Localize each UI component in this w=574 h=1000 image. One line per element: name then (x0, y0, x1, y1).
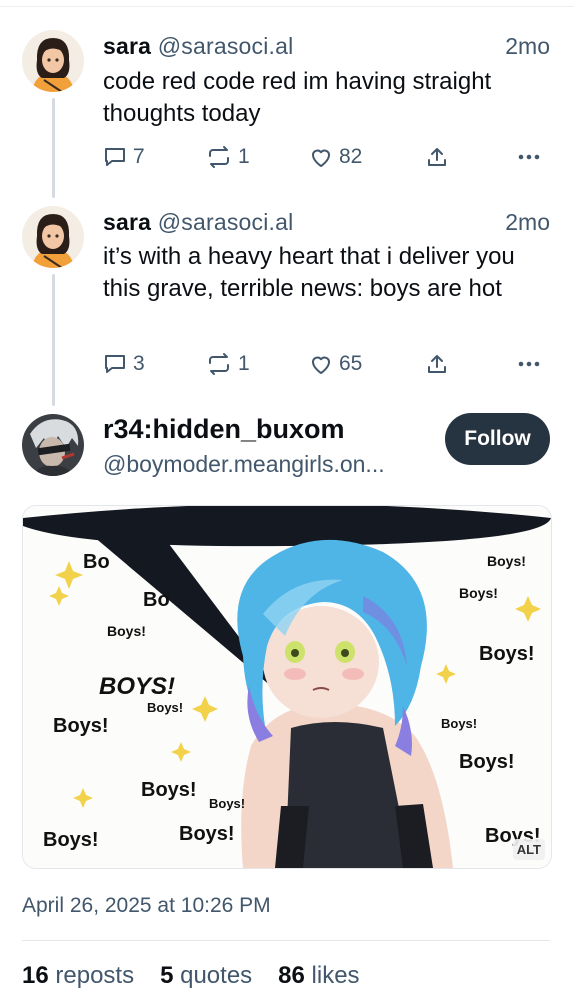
share-icon (425, 352, 449, 376)
post-date: April 26, 2025 at 10:26 PM (22, 894, 271, 917)
author-name[interactable]: r34:hidden_buxom (103, 414, 345, 445)
author-name[interactable]: sara (103, 33, 151, 59)
repost-button[interactable]: 1 (206, 352, 250, 376)
post-text: code red code red im having straight tho… (103, 68, 492, 127)
image-text: BOYS! (99, 673, 175, 700)
image-text: Boys! (179, 823, 235, 845)
follow-button[interactable]: Follow (445, 413, 550, 465)
post-time[interactable]: 2mo (505, 209, 550, 236)
avatar[interactable] (22, 30, 84, 92)
reposts-count: 16 (22, 962, 49, 989)
reply-icon (103, 352, 127, 376)
more-button[interactable] (516, 352, 542, 376)
share-button[interactable] (425, 352, 449, 376)
like-count: 82 (339, 145, 363, 168)
post-image-illustration: Bo Bo Boys! BOYS! Boys! Boys! Boys! Boys… (23, 506, 551, 868)
like-button[interactable]: 82 (309, 145, 362, 169)
image-text: Boys! (43, 829, 99, 851)
image-text: Boys! (441, 716, 477, 731)
thread-line (52, 98, 55, 198)
image-text: Boys! (107, 623, 146, 639)
post-header: sara @sarasoci.al (103, 209, 293, 236)
reposts-stat[interactable]: 16 reposts (22, 962, 134, 990)
more-button[interactable] (516, 145, 542, 169)
quotes-count: 5 (160, 962, 174, 989)
post-stats: 16 reposts 5 quotes 86 likes (22, 962, 360, 990)
quotes-stat[interactable]: 5 quotes (160, 962, 252, 990)
reply-icon (103, 145, 127, 169)
author-handle[interactable]: @sarasoci.al (158, 209, 294, 235)
share-icon (425, 145, 449, 169)
reply-count: 3 (133, 352, 145, 375)
author-name[interactable]: sara (103, 209, 151, 235)
image-text: Boys! (147, 700, 183, 715)
more-icon (516, 352, 542, 376)
post-actions: 3 1 65 (103, 352, 548, 382)
reply-button[interactable]: 7 (103, 145, 145, 169)
repost-count: 1 (238, 352, 250, 375)
image-text: Boys! (487, 553, 526, 569)
repost-icon (206, 352, 232, 376)
like-count: 65 (339, 352, 363, 375)
image-text: Boys! (459, 751, 515, 773)
image-text: Bo (143, 589, 170, 611)
post-image[interactable]: Bo Bo Boys! BOYS! Boys! Boys! Boys! Boys… (22, 505, 552, 869)
more-icon (516, 145, 542, 169)
avatar[interactable] (22, 414, 84, 476)
repost-count: 1 (238, 145, 250, 168)
reposts-label: reposts (55, 962, 135, 989)
share-button[interactable] (425, 145, 449, 169)
author-handle[interactable]: @sarasoci.al (158, 33, 294, 59)
image-text: Boys! (459, 585, 498, 601)
image-text: Boys! (141, 779, 197, 801)
post-header: sara @sarasoci.al (103, 33, 293, 60)
likes-stat[interactable]: 86 likes (278, 962, 359, 990)
image-text: Boys! (479, 643, 535, 665)
like-icon (309, 352, 333, 376)
top-divider (0, 6, 574, 7)
quotes-label: quotes (180, 962, 253, 989)
post-time[interactable]: 2mo (505, 33, 550, 60)
avatar[interactable] (22, 206, 84, 268)
thread-line (52, 274, 55, 406)
like-icon (309, 145, 333, 169)
likes-count: 86 (278, 962, 305, 989)
like-button[interactable]: 65 (309, 352, 362, 376)
author-handle[interactable]: @boymoder.meangirls.on... (103, 451, 433, 478)
likes-label: likes (311, 962, 360, 989)
post-text: it’s with a heavy heart that i deliver y… (103, 243, 515, 302)
image-text: Bo (83, 551, 110, 573)
image-text: Boys! (209, 796, 245, 811)
post-actions: 7 1 82 (103, 145, 548, 175)
reply-button[interactable]: 3 (103, 352, 145, 376)
image-text: Boys! (53, 715, 109, 737)
divider (22, 940, 550, 941)
alt-badge[interactable]: ALT (512, 839, 545, 860)
repost-button[interactable]: 1 (206, 145, 250, 169)
reply-count: 7 (133, 145, 145, 168)
repost-icon (206, 145, 232, 169)
